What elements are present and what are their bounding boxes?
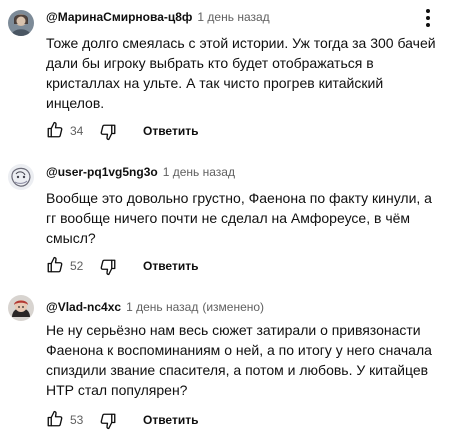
comment-text: Вообще это довольно грустно, Фаенона по … [46,188,446,248]
comment-date[interactable]: 1 день назад [163,165,235,179]
thumb-down-icon[interactable] [99,412,117,430]
thumb-up-icon[interactable] [46,256,64,274]
comment-date[interactable]: 1 день назад [126,300,198,314]
more-vert-icon[interactable] [420,7,436,29]
like-count: 34 [70,124,84,138]
comment-header: @МаринаСмирнова-ц8ф 1 день назад [46,9,270,25]
comment-line: смысл? [46,230,96,246]
thumb-up-icon[interactable] [46,410,64,428]
like-count: 52 [70,259,84,273]
comment-line: НТР стал популярен? [46,382,188,398]
avatar[interactable] [8,295,34,321]
comment-line: кристаллах на ульте. А так чисто прогрев… [46,75,384,91]
comment-line: спиздили звание спасителя, а потом и люб… [46,362,429,378]
comment-text: Не ну серьёзно нам весь сюжет затирали о… [46,320,446,400]
reply-button[interactable]: Ответить [143,123,198,139]
thumb-down-icon[interactable] [99,258,117,276]
comment-header: @user-pq1vg5ng3o 1 день назад [46,164,235,180]
comment-line: Тоже долго смеялась с этой истории. Уж т… [46,35,436,51]
thumb-up-icon[interactable] [46,121,64,139]
comment-text: Тоже долго смеялась с этой истории. Уж т… [46,33,446,113]
comment-actions: 34 Ответить [46,121,346,141]
avatar[interactable] [8,10,34,36]
comment-header: @Vlad-nc4xc 1 день назад (изменено) [46,299,264,315]
comment-actions: 52 Ответить [46,256,346,276]
reply-button[interactable]: Ответить [143,412,198,428]
comment-2: @user-pq1vg5ng3o 1 день назад Вообще это … [0,150,462,280]
comment-date[interactable]: 1 день назад [197,10,269,24]
thumb-down-icon[interactable] [99,123,117,141]
avatar[interactable] [8,164,34,190]
comment-line: гг вообще ничего почти не сделал на Амфо… [46,210,411,226]
like-count: 53 [70,413,84,427]
reply-button[interactable]: Ответить [143,258,198,274]
comment-line: Не ну серьёзно нам весь сюжет затирали о… [46,322,421,338]
author-name[interactable]: @МаринаСмирнова-ц8ф [46,10,192,24]
author-name[interactable]: @user-pq1vg5ng3o [46,165,158,179]
comment-line: дали бы игроку выбрать кто будет отображ… [46,55,374,71]
comment-line: инцелов. [46,95,105,111]
edited-label: (изменено) [202,300,265,314]
comment-1: @МаринаСмирнова-ц8ф 1 день назад Тоже дол… [0,0,462,150]
comment-actions: 53 Ответить [46,410,346,430]
comment-line: Фаенона к воспоминаниям о ней, а по итог… [46,342,432,358]
comment-3: @Vlad-nc4xc 1 день назад (изменено) Не ну … [0,280,462,432]
comment-line: Вообще это довольно грустно, Фаенона по … [46,190,432,206]
author-name[interactable]: @Vlad-nc4xc [46,300,121,314]
